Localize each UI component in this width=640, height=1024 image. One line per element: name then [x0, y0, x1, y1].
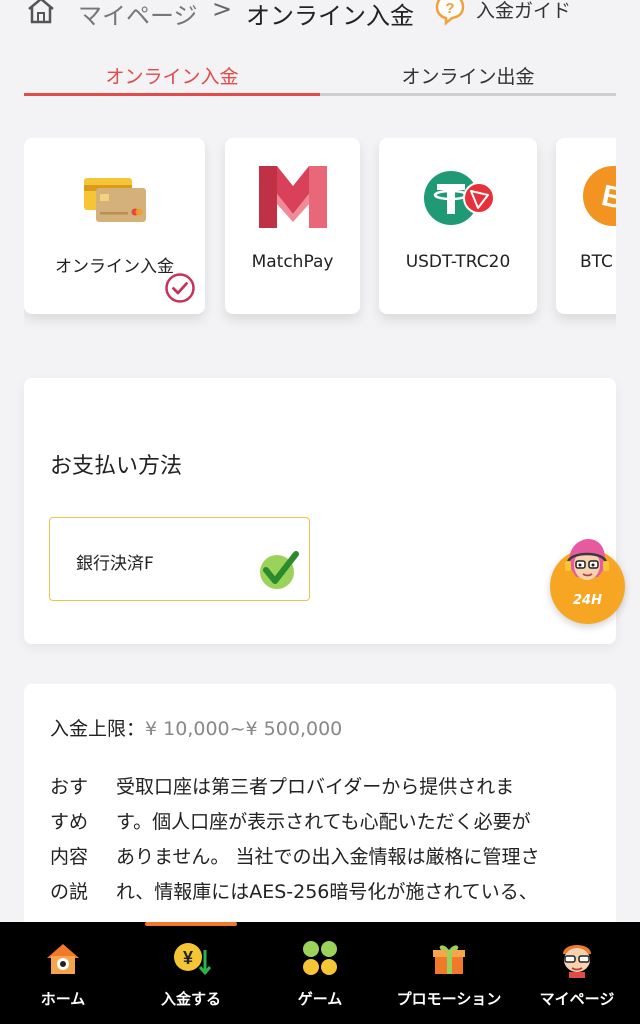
method-card-matchpay[interactable]: MatchPay [225, 138, 360, 314]
home-icon[interactable] [26, 0, 56, 24]
nav-home[interactable]: ホーム [0, 922, 126, 1024]
payment-method-title: お支払い方法 [50, 454, 183, 479]
svg-text:¥: ¥ [183, 948, 193, 968]
info-line: ありません。 当社での出入金情報は厳格に管理さ [116, 846, 540, 868]
tab-online-withdraw[interactable]: オンライン出金 [320, 56, 616, 96]
tab-underline [24, 93, 320, 96]
tab-bar: オンライン入金 オンライン出金 [24, 56, 616, 96]
side-line: おす [50, 776, 89, 798]
nav-label: ホーム [40, 990, 86, 1008]
nav-promotion[interactable]: プロモーション [384, 922, 514, 1024]
info-line: れ、情報庫にはAES-256暗号化が施されている、 [116, 881, 538, 903]
info-line: す。個人口座が表示されても心配いただく必要が [116, 811, 531, 833]
method-card-usdt-trc20[interactable]: USDT-TRC20 [379, 138, 537, 314]
method-card-btc[interactable]: B BTC [556, 138, 616, 314]
svg-text:?: ? [445, 0, 454, 17]
nav-deposit[interactable]: ¥ 入金する [126, 922, 256, 1024]
method-carousel[interactable]: オンライン入金 MatchPay USDT-TRC20 B BTC [24, 138, 616, 338]
breadcrumb-parent[interactable]: マイページ [78, 0, 198, 31]
payment-method-section: お支払い方法 銀行決済F [24, 378, 616, 644]
nav-mypage[interactable]: マイページ [514, 922, 640, 1024]
breadcrumb-separator: > [212, 0, 233, 23]
deposit-limit: 入金上限：¥ 10,000~¥ 500,000 [50, 714, 342, 741]
deposit-limit-value: ¥ 10,000~¥ 500,000 [145, 718, 343, 740]
bank-option-label: 銀行決済F [76, 554, 154, 574]
gift-icon [433, 945, 465, 974]
credit-card-icon [84, 178, 146, 222]
help-bubble-icon[interactable]: ? [433, 0, 467, 26]
page-title: オンライン入金 [246, 2, 414, 30]
nav-label: 入金する [160, 990, 222, 1008]
support-chat-button[interactable]: 24H [550, 539, 625, 624]
nav-label: プロモーション [396, 990, 502, 1008]
tab-label: オンライン出金 [401, 66, 535, 88]
method-label: BTC [580, 252, 613, 272]
nav-label: マイページ [539, 990, 615, 1008]
method-card-online-deposit[interactable]: オンライン入金 [24, 138, 205, 314]
bottom-navigation: ホーム ¥ 入金する ゲーム プロモーション マイページ [0, 922, 640, 1024]
support-label: 24H [573, 593, 602, 608]
header: マイページ > オンライン入金 ? 入金ガイド [0, 0, 640, 36]
nav-label: ゲーム [297, 990, 343, 1008]
tab-online-deposit[interactable]: オンライン入金 [24, 56, 320, 96]
info-description: 受取口座は第三者プロバイダーから提供されま す。個人口座が表示されても心配いただ… [116, 770, 606, 910]
checkmark-icon [260, 551, 299, 589]
bitcoin-logo: B [583, 166, 616, 226]
info-line: 受取口座は第三者プロバイダーから提供されま [116, 776, 515, 798]
game-icon [303, 941, 337, 975]
side-line: すめ [50, 811, 89, 833]
deposit-guide-link[interactable]: 入金ガイド [476, 0, 571, 23]
bank-payment-option[interactable]: 銀行決済F [49, 517, 310, 601]
deposit-icon: ¥ [174, 943, 211, 975]
tab-underline [320, 93, 616, 96]
deposit-limit-label: 入金上限： [50, 718, 146, 740]
tab-label: オンライン入金 [105, 66, 239, 88]
tether-tron-logo [424, 171, 495, 225]
nav-game[interactable]: ゲーム [256, 922, 384, 1024]
deposit-info-section: 入金上限：¥ 10,000~¥ 500,000 おす すめ 内容 の説 受取口座… [24, 684, 616, 944]
selected-check-icon [165, 273, 195, 303]
home-icon [47, 944, 79, 974]
support-agent-icon [565, 539, 609, 580]
recommended-content-label: おす すめ 内容 の説 [50, 770, 96, 910]
method-label: MatchPay [251, 252, 334, 272]
side-line: 内容 [50, 846, 89, 868]
method-label: USDT-TRC20 [405, 252, 511, 272]
profile-icon [563, 945, 591, 978]
matchpay-logo [259, 166, 327, 228]
side-line: の説 [50, 881, 89, 903]
